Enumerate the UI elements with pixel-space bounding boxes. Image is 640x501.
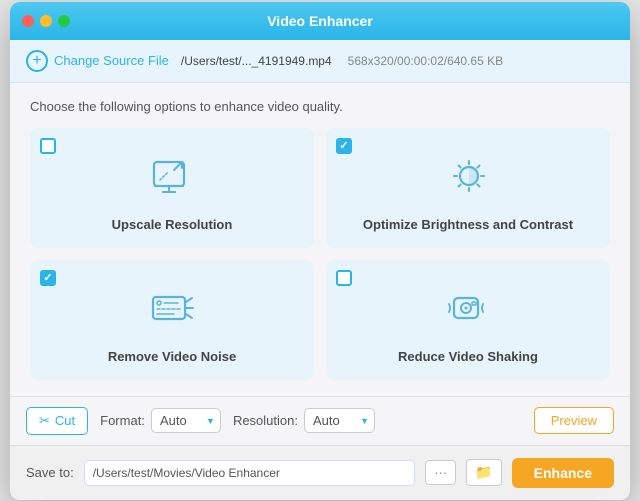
upscale-checkbox[interactable] <box>40 138 56 154</box>
upscale-label: Upscale Resolution <box>112 217 233 232</box>
noise-icon <box>146 284 198 341</box>
minimize-button[interactable] <box>40 15 52 27</box>
traffic-lights <box>22 15 70 27</box>
resolution-select-wrapper: Auto 720p 1080p 4K <box>304 408 375 433</box>
content-area: Choose the following options to enhance … <box>10 83 630 396</box>
source-meta: 568x320/00:00:02/640.65 KB <box>348 54 503 68</box>
folder-icon: 📁 <box>475 464 492 480</box>
change-source-label: Change Source File <box>54 53 169 68</box>
title-bar: Video Enhancer <box>10 2 630 40</box>
change-source-button[interactable]: + Change Source File <box>26 50 169 72</box>
noise-label: Remove Video Noise <box>108 349 236 364</box>
brightness-icon <box>442 152 494 209</box>
preview-button[interactable]: Preview <box>534 407 614 434</box>
folder-button[interactable]: 📁 <box>466 459 501 486</box>
source-info: /Users/test/..._4191949.mp4 568x320/00:0… <box>181 54 503 68</box>
upscale-icon <box>146 152 198 209</box>
enhance-button[interactable]: Enhance <box>512 458 614 488</box>
resolution-label: Resolution: <box>233 413 298 428</box>
save-to-label: Save to: <box>26 465 74 480</box>
maximize-button[interactable] <box>58 15 70 27</box>
scissors-icon: ✂ <box>39 413 50 429</box>
main-window: Video Enhancer + Change Source File /Use… <box>10 2 630 500</box>
format-select[interactable]: Auto MP4 AVI MOV <box>151 408 221 433</box>
shaking-label: Reduce Video Shaking <box>398 349 538 364</box>
option-card-noise: Remove Video Noise <box>30 260 314 380</box>
noise-checkbox[interactable] <box>40 270 56 286</box>
plus-icon: + <box>26 50 48 72</box>
dots-button[interactable]: ··· <box>425 460 456 485</box>
option-card-shaking: Reduce Video Shaking <box>326 260 610 380</box>
format-select-wrapper: Auto MP4 AVI MOV <box>151 408 221 433</box>
brightness-checkbox[interactable] <box>336 138 352 154</box>
brightness-label: Optimize Brightness and Contrast <box>363 217 573 232</box>
options-grid: Upscale Resolution <box>30 128 610 380</box>
resolution-select[interactable]: Auto 720p 1080p 4K <box>304 408 375 433</box>
window-title: Video Enhancer <box>267 13 373 29</box>
close-button[interactable] <box>22 15 34 27</box>
source-path: /Users/test/..._4191949.mp4 <box>181 54 332 68</box>
instruction-text: Choose the following options to enhance … <box>30 99 610 114</box>
footer-bar: Save to: ··· 📁 Enhance <box>10 445 630 500</box>
shaking-checkbox[interactable] <box>336 270 352 286</box>
cut-label: Cut <box>55 413 75 428</box>
source-bar: + Change Source File /Users/test/..._419… <box>10 40 630 83</box>
format-label: Format: <box>100 413 145 428</box>
format-group: Format: Auto MP4 AVI MOV <box>100 408 221 433</box>
option-card-brightness: Optimize Brightness and Contrast <box>326 128 610 248</box>
resolution-group: Resolution: Auto 720p 1080p 4K <box>233 408 375 433</box>
option-card-upscale: Upscale Resolution <box>30 128 314 248</box>
cut-button[interactable]: ✂ Cut <box>26 407 88 435</box>
bottom-controls: ✂ Cut Format: Auto MP4 AVI MOV Resolutio… <box>10 396 630 445</box>
save-path-input[interactable] <box>84 460 416 486</box>
shaking-icon <box>442 284 494 341</box>
